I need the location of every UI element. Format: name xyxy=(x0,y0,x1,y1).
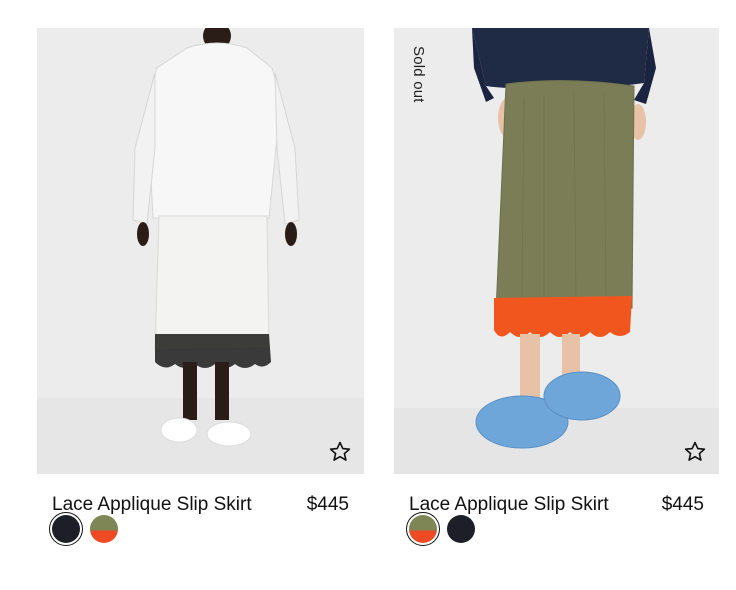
product-card[interactable]: Sold out Lace Applique Slip Skirt $445 xyxy=(394,28,719,534)
product-photo xyxy=(394,28,719,474)
product-name[interactable]: Lace Applique Slip Skirt xyxy=(409,494,609,516)
product-card[interactable]: Lace Applique Slip Skirt $445 xyxy=(37,28,364,534)
product-image[interactable]: Sold out xyxy=(394,28,719,474)
swatch-olive[interactable] xyxy=(406,512,440,546)
product-price: $445 xyxy=(306,494,349,515)
swatch-black[interactable] xyxy=(49,512,83,546)
swatch-olive[interactable] xyxy=(90,515,118,543)
star-outline-icon[interactable] xyxy=(683,440,707,464)
color-swatches xyxy=(49,512,118,546)
star-outline-icon[interactable] xyxy=(328,440,352,464)
product-image[interactable] xyxy=(37,28,364,474)
color-swatches xyxy=(406,512,475,546)
product-photo xyxy=(37,28,364,474)
product-name[interactable]: Lace Applique Slip Skirt xyxy=(52,494,252,516)
sold-out-badge: Sold out xyxy=(410,46,427,103)
product-price: $445 xyxy=(661,494,704,515)
swatch-black[interactable] xyxy=(447,515,475,543)
